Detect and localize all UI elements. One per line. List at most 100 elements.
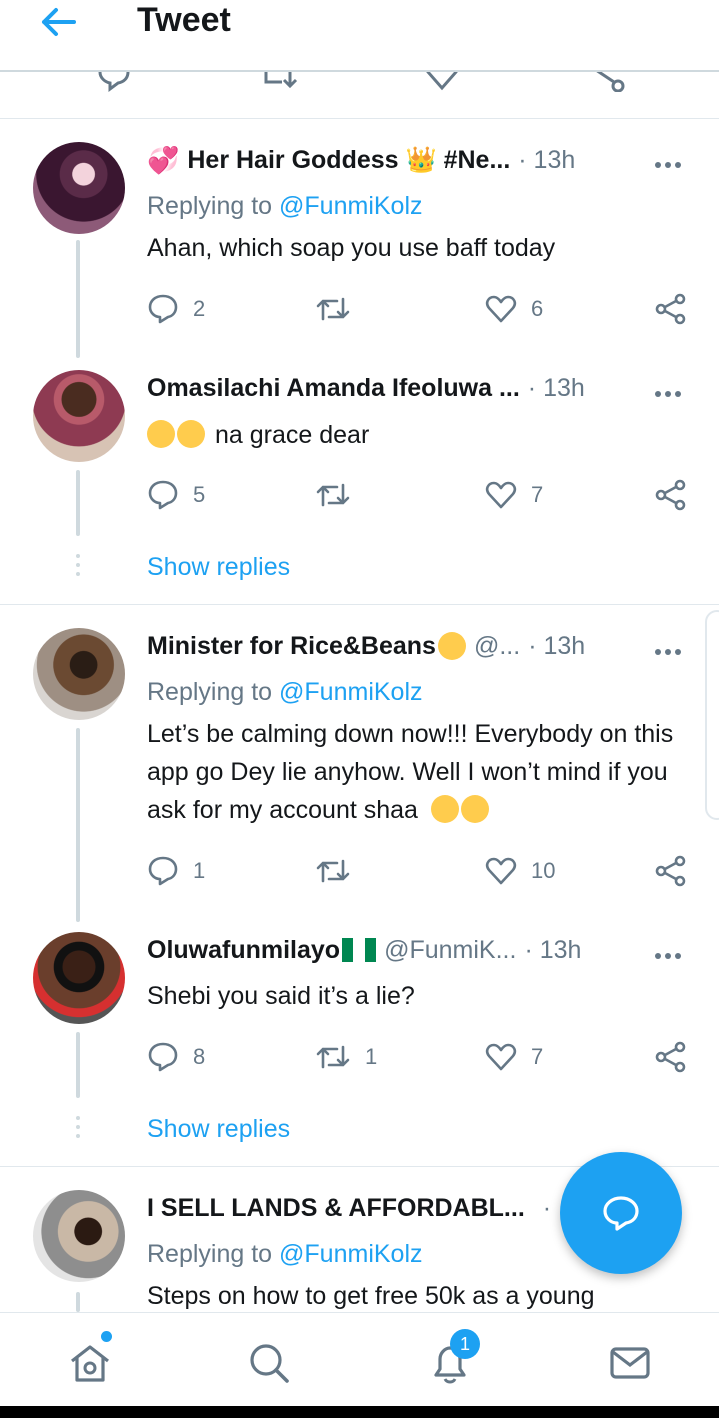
share-button[interactable] — [655, 478, 687, 512]
like-icon — [485, 481, 517, 509]
reply-count: 2 — [193, 296, 206, 321]
like-icon — [485, 1043, 517, 1071]
back-arrow-icon[interactable] — [38, 6, 78, 38]
tweet-actions: 2 6 — [147, 292, 697, 326]
replying-label: Replying to — [147, 678, 273, 706]
tweet-text: Steps on how to get free 50k as a young — [147, 1282, 595, 1310]
like-button[interactable]: 7 — [485, 1040, 543, 1074]
thread-line — [76, 240, 80, 358]
timestamp: · 13h — [524, 935, 582, 964]
reply-button[interactable]: 1 — [147, 854, 205, 888]
reply-button[interactable]: 8 — [147, 1040, 205, 1074]
replying-to: Replying to @FunmiKolz — [147, 192, 423, 221]
main-tweet-actions-partial — [0, 72, 719, 94]
reply-count: 1 — [193, 858, 206, 883]
avatar[interactable] — [33, 1190, 125, 1282]
thread-line — [76, 1032, 80, 1098]
retweet-button[interactable] — [315, 854, 351, 888]
tweet-text: Ahan, which soap you use baff today — [147, 234, 556, 262]
thread-line — [76, 728, 80, 922]
avatar[interactable] — [33, 932, 125, 1024]
share-button[interactable] — [655, 292, 687, 326]
nigeria-flag-icon — [342, 938, 377, 962]
retweet-icon — [316, 483, 350, 507]
divider — [0, 604, 719, 605]
like-button[interactable]: 10 — [485, 854, 555, 888]
system-nav-bar — [0, 1406, 719, 1418]
reply-icon — [148, 294, 178, 324]
reply-icon — [148, 480, 178, 510]
tweet-actions: 1 10 — [147, 854, 697, 888]
retweet-button[interactable] — [315, 292, 351, 326]
frowning-emoji-icon — [430, 795, 459, 823]
display-name[interactable]: Oluwafunmilayo — [147, 936, 340, 965]
frowning-emoji-icon — [460, 795, 489, 823]
timestamp: · 13h — [518, 145, 576, 174]
tweet-header: Omasilachi Amanda Ifeoluwa ... · 13h — [147, 371, 585, 405]
retweet-icon — [316, 1045, 350, 1069]
search-icon[interactable] — [247, 1341, 291, 1385]
share-icon — [655, 855, 686, 887]
reply-icon[interactable] — [96, 72, 132, 92]
share-button[interactable] — [655, 1040, 687, 1074]
like-count: 7 — [531, 1044, 544, 1069]
home-new-dot — [101, 1331, 112, 1342]
retweet-count: 1 — [365, 1044, 378, 1069]
mention-link[interactable]: @FunmiKolz — [279, 678, 422, 706]
retweet-button[interactable] — [315, 478, 351, 512]
retweet-icon[interactable] — [262, 72, 302, 92]
display-name[interactable]: Her Hair Goddess 👑 #Ne... — [187, 146, 510, 175]
avatar[interactable] — [33, 142, 125, 234]
scroll-indicator[interactable] — [705, 610, 719, 820]
avatar[interactable] — [33, 628, 125, 720]
display-name[interactable]: I SELL LANDS & AFFORDABL... — [147, 1194, 525, 1223]
avatar[interactable] — [33, 370, 125, 462]
home-icon[interactable] — [68, 1341, 112, 1385]
timestamp: · 13h — [527, 373, 585, 402]
display-name[interactable]: Omasilachi Amanda Ifeoluwa ... — [147, 374, 520, 403]
more-icon[interactable] — [655, 155, 685, 168]
thread-line — [76, 470, 80, 536]
mention-link[interactable]: @FunmiKolz — [279, 192, 422, 220]
replying-to: Replying to @FunmiKolz — [147, 1240, 423, 1269]
like-icon[interactable] — [424, 72, 460, 92]
replying-label: Replying to — [147, 192, 273, 220]
timestamp: · — [542, 1193, 552, 1222]
share-button[interactable] — [655, 854, 687, 888]
tweet-header: Minister for Rice&Beans @... · 13h — [147, 629, 585, 663]
display-name[interactable]: Minister for Rice&Beans — [147, 632, 436, 661]
messages-icon[interactable] — [608, 1341, 652, 1385]
tweet-header: Oluwafunmilayo @FunmiK... · 13h — [147, 933, 581, 967]
more-icon[interactable] — [655, 946, 685, 959]
reply-count: 8 — [193, 1044, 206, 1069]
show-replies-link[interactable]: Show replies — [147, 1115, 290, 1144]
tweet-text: na grace dear — [215, 421, 370, 449]
reply-button[interactable]: 5 — [147, 478, 205, 512]
like-count: 6 — [531, 296, 544, 321]
bottom-nav: 1 — [0, 1312, 719, 1406]
retweet-button[interactable]: 1 — [315, 1040, 377, 1074]
tweet-text: Shebi you said it’s a lie? — [147, 982, 415, 1010]
divider — [0, 118, 719, 119]
compose-button[interactable] — [560, 1152, 682, 1274]
tweet-actions: 8 1 7 — [147, 1040, 697, 1074]
reply-button[interactable]: 2 — [147, 292, 205, 326]
user-handle: @FunmiK... — [384, 935, 517, 964]
like-button[interactable]: 6 — [485, 292, 543, 326]
more-icon[interactable] — [655, 642, 685, 655]
share-icon[interactable] — [586, 72, 626, 92]
laughing-emoji-icon — [147, 420, 175, 448]
user-handle: @... — [473, 631, 521, 660]
tweet-text: Let’s be calming down now!!! Everybody o… — [147, 720, 674, 824]
retweet-icon — [316, 859, 350, 883]
thread-dots — [76, 1116, 80, 1143]
show-replies-link[interactable]: Show replies — [147, 553, 290, 582]
timestamp: · 13h — [528, 631, 586, 660]
mention-link[interactable]: @FunmiKolz — [279, 1240, 422, 1268]
tweet-text-row: Let’s be calming down now!!! Everybody o… — [147, 715, 687, 829]
more-icon[interactable] — [655, 384, 685, 397]
tweet-header: 💞 Her Hair Goddess 👑 #Ne... · 13h — [147, 143, 575, 177]
reply-icon — [148, 1042, 178, 1072]
like-button[interactable]: 7 — [485, 478, 543, 512]
laughing-emoji-icon — [177, 420, 205, 448]
